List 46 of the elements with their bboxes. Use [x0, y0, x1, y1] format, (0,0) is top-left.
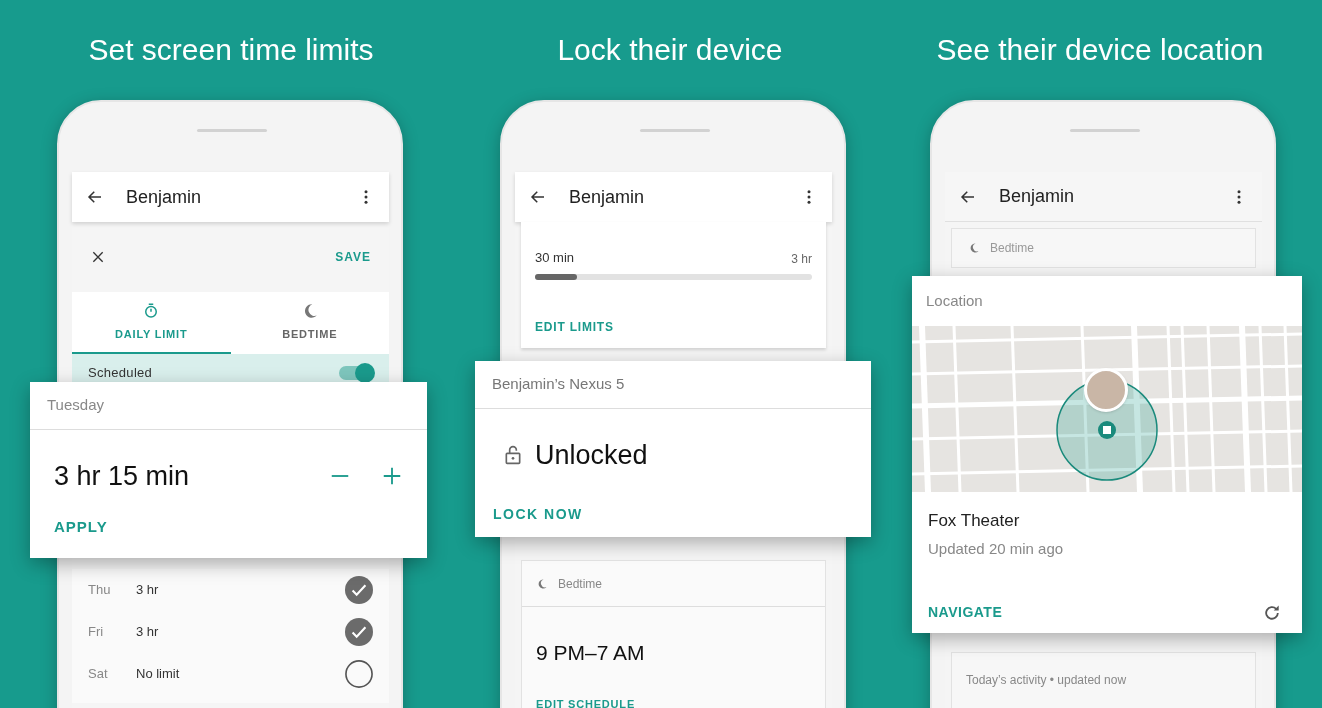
panel-heading: Set screen time limits: [87, 32, 375, 68]
padlock-icon: [503, 444, 523, 467]
activity-status: Today’s activity • updated now: [966, 673, 1127, 687]
day-label: Sat: [88, 665, 109, 684]
panel-heading: See their device location: [935, 32, 1265, 68]
day-limit: 3 hr: [136, 623, 160, 642]
bedtime-label: Bedtime: [558, 575, 603, 593]
lock-status: Unlocked: [535, 439, 648, 472]
speaker-slot: [640, 129, 710, 132]
card-title: Tuesday: [47, 395, 104, 416]
checkmark-circle-icon[interactable]: [345, 618, 373, 646]
schedule-toggle[interactable]: [339, 366, 373, 380]
app-bar-title: Benjamin: [999, 185, 1076, 208]
day-label: Thu: [88, 581, 112, 600]
back-arrow-icon[interactable]: [529, 188, 547, 206]
speaker-slot: [1070, 129, 1140, 132]
day-limit: 3 hr: [136, 581, 160, 600]
limit-value: 3 hr 15 min: [54, 460, 191, 493]
card-title: Location: [926, 290, 983, 311]
save-button[interactable]: SAVE: [335, 248, 371, 266]
day-limit: No limit: [136, 665, 181, 684]
speaker-slot: [197, 129, 267, 132]
place-name: Fox Theater: [928, 510, 1021, 532]
back-arrow-icon[interactable]: [86, 188, 104, 206]
edit-limits-button[interactable]: EDIT LIMITS: [535, 317, 614, 336]
empty-circle-icon[interactable]: [345, 660, 373, 688]
bedtime-hours: 9 PM–7 AM: [536, 641, 645, 664]
navigate-button[interactable]: NAVIGATE: [928, 602, 1003, 623]
edit-schedule-button[interactable]: EDIT SCHEDULE: [536, 695, 636, 708]
tab[interactable]: BEDTIME: [230, 292, 389, 354]
apply-button[interactable]: APPLY: [54, 515, 108, 538]
close-icon[interactable]: [90, 249, 106, 265]
app-bar-title: Benjamin: [569, 185, 646, 209]
usage-time: 30 min: [535, 249, 575, 267]
moon-icon: [536, 577, 548, 590]
app-bar-title: Benjamin: [126, 185, 203, 209]
checkmark-circle-icon[interactable]: [345, 576, 373, 604]
moon-icon: [968, 242, 980, 254]
card-title: Benjamin’s Nexus 5: [492, 374, 625, 395]
bedtime-label: Bedtime: [990, 240, 1035, 257]
update-time: Updated 20 min ago: [928, 538, 1065, 559]
usage-limit: 3 hr: [791, 250, 812, 268]
lock-now-button[interactable]: LOCK NOW: [493, 503, 583, 525]
day-label: Fri: [88, 623, 105, 642]
schedule-label: Scheduled: [88, 364, 153, 383]
panel-heading: Lock their device: [556, 32, 784, 68]
